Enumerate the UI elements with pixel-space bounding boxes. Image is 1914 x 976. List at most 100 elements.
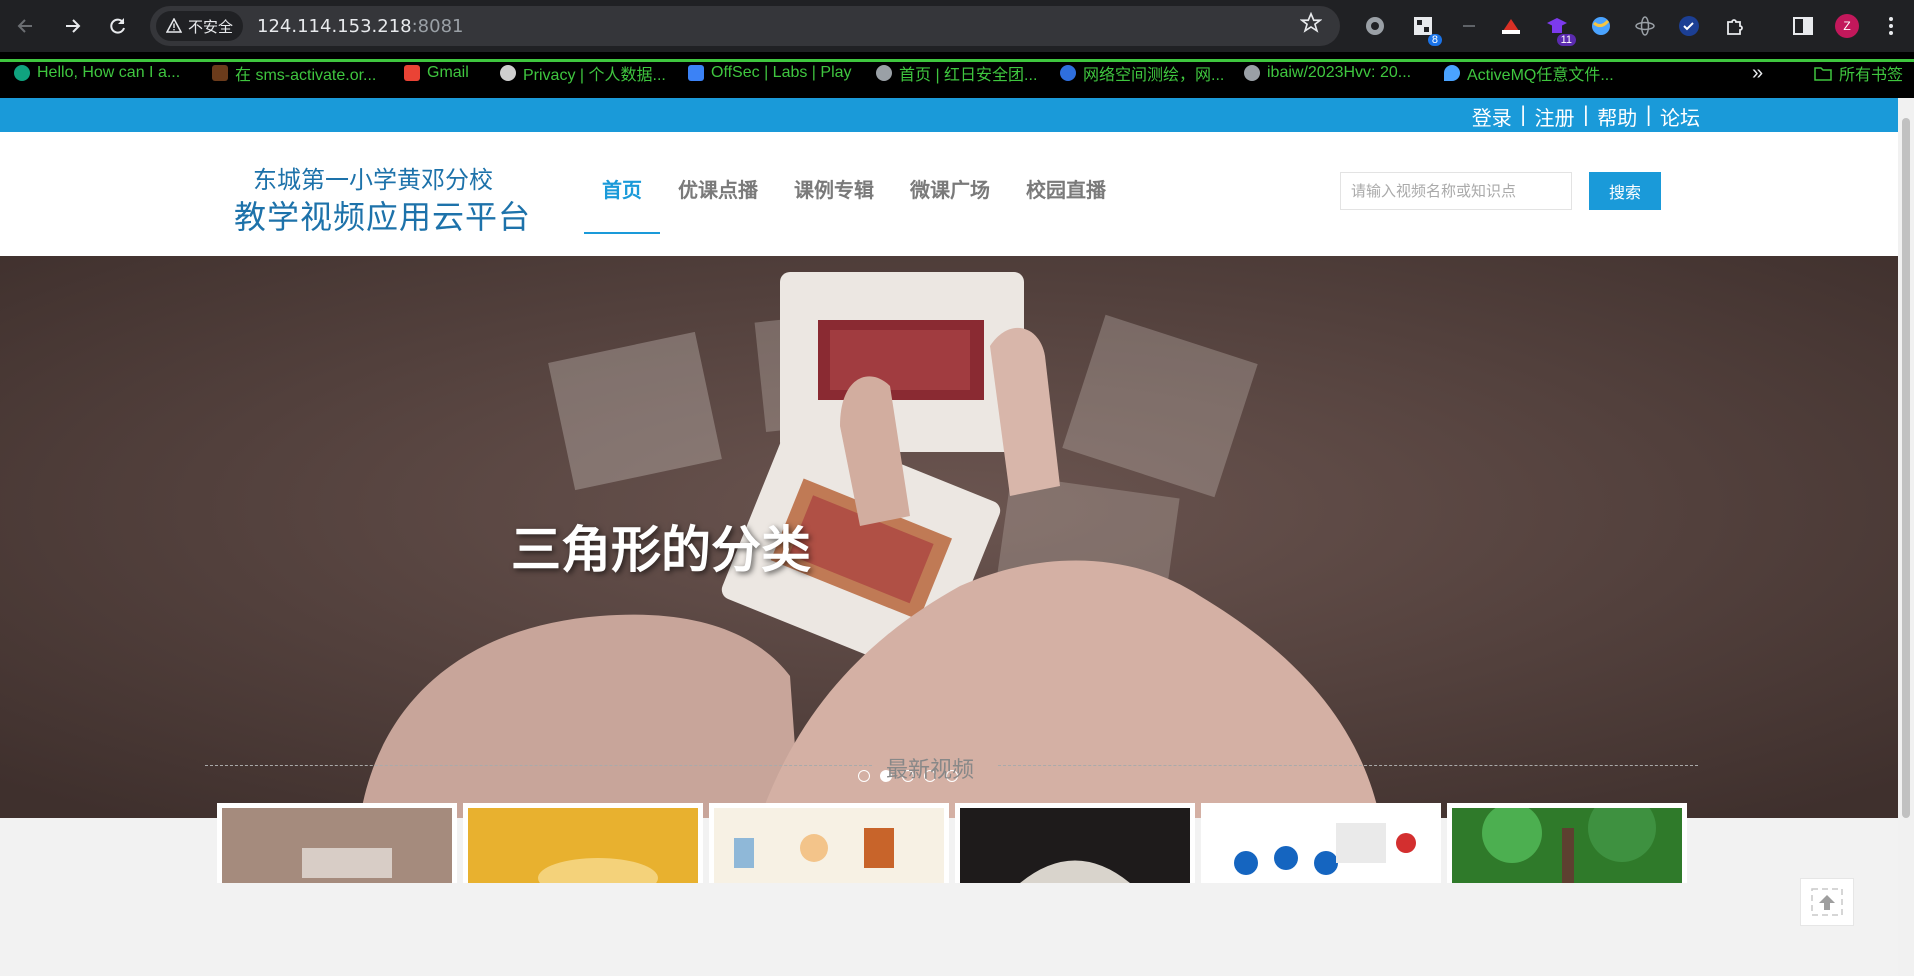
bookmark-item[interactable]: 网络空间测绘，网... — [1060, 60, 1224, 86]
banner-caption[interactable]: 三角形的分类 — [511, 510, 811, 582]
extension-atom[interactable] — [1632, 10, 1658, 42]
gmail-icon — [404, 65, 420, 81]
bookmark-item[interactable]: Hello, How can I a... — [14, 60, 180, 86]
address-bar[interactable]: 不安全 124.114.153.218:8081 — [150, 6, 1340, 46]
avatar-initial: Z — [1843, 19, 1851, 33]
search-button[interactable]: 搜索 — [1589, 172, 1661, 210]
security-chip[interactable]: 不安全 — [156, 11, 244, 41]
bookmark-label: Privacy | 个人数据... — [523, 67, 666, 84]
insecure-label: 不安全 — [188, 17, 234, 36]
atom-icon — [1635, 16, 1655, 36]
register-link[interactable]: 注册 — [1535, 102, 1575, 131]
browser-toolbar: 不安全 124.114.153.218:8081 8 11 Z — [0, 0, 1914, 52]
bookmark-label: 首页 | 红日安全团... — [899, 67, 1038, 84]
bookmark-item[interactable]: Gmail — [404, 60, 469, 86]
video-card[interactable] — [1447, 794, 1687, 883]
latest-videos-list — [217, 794, 1687, 898]
site-header: 东城第一小学黄邓分校 教学视频应用云平台 首页 优课点播 课例专辑 微课广场 校… — [0, 132, 1898, 256]
video-card[interactable] — [1201, 803, 1441, 883]
link-separator: | — [1645, 102, 1652, 126]
help-link[interactable]: 帮助 — [1597, 102, 1637, 131]
double-chevron-icon: » — [1752, 61, 1764, 84]
grad-badge: 11 — [1556, 34, 1576, 46]
sms-icon — [212, 65, 228, 81]
check-icon — [1679, 16, 1699, 36]
school-name: 东城第一小学黄邓分校 — [253, 166, 493, 194]
url-port: :8081 — [411, 15, 464, 37]
bookmark-item[interactable]: ActiveMQ任意文件... — [1444, 60, 1614, 86]
main-nav: 首页 优课点播 课例专辑 微课广场 校园直播 — [584, 164, 1124, 234]
bookmark-item[interactable]: OffSec | Labs | Play — [688, 60, 852, 86]
bookmark-label: Gmail — [427, 64, 469, 81]
cartoon-thumb — [714, 808, 944, 883]
record-icon — [1366, 17, 1384, 35]
globe-icon — [876, 65, 892, 81]
extension-globe[interactable] — [1588, 10, 1614, 42]
extension-qr[interactable]: 8 — [1410, 10, 1442, 46]
video-card[interactable] — [463, 803, 703, 898]
reload-button[interactable] — [96, 4, 140, 48]
extension-grad[interactable]: 11 — [1544, 10, 1576, 46]
profile-avatar[interactable]: Z — [1834, 10, 1860, 42]
forward-button[interactable] — [50, 4, 94, 48]
bookmarks-overflow-button[interactable]: » — [1752, 60, 1763, 86]
fofa-icon — [1060, 65, 1076, 81]
video-card[interactable] — [217, 803, 457, 883]
puzzle-icon — [1727, 19, 1743, 35]
section-divider-right — [998, 765, 1698, 766]
bookmark-item[interactable]: 在 sms-activate.or... — [212, 60, 376, 86]
section-divider-left — [205, 765, 872, 766]
phone-thumb — [222, 808, 452, 883]
privacy-icon — [500, 65, 516, 81]
globe-icon — [1592, 17, 1610, 35]
nav-quality-courses[interactable]: 优课点播 — [660, 164, 776, 232]
all-bookmarks-folder[interactable]: 所有书签 — [1814, 60, 1903, 86]
side-panel-icon — [1793, 17, 1813, 35]
extension-check[interactable] — [1676, 10, 1702, 42]
bookmark-item[interactable]: 首页 | 红日安全团... — [876, 60, 1037, 86]
link-separator: | — [1582, 102, 1590, 126]
login-link[interactable]: 登录 — [1472, 102, 1512, 131]
bookmark-label: 在 sms-activate.or... — [235, 67, 377, 84]
back-to-top-button[interactable] — [1800, 878, 1854, 926]
extension-dash[interactable] — [1456, 10, 1482, 42]
bookmark-label: ActiveMQ任意文件... — [1467, 67, 1614, 84]
browser-menu-button[interactable] — [1878, 10, 1904, 42]
scrollbar-thumb[interactable] — [1902, 118, 1910, 818]
avatar: Z — [1835, 14, 1859, 38]
latest-videos-title: 最新视频 — [886, 758, 975, 783]
bookmark-label: ibaiw/2023Hvv: 20... — [1267, 64, 1412, 81]
hero-banner[interactable]: 三角形的分类 — [0, 256, 1898, 818]
video-card[interactable] — [955, 803, 1195, 883]
forum-link[interactable]: 论坛 — [1660, 102, 1700, 131]
drop-icon — [1444, 65, 1460, 81]
page-scrollbar[interactable] — [1898, 98, 1914, 976]
back-button[interactable] — [4, 4, 48, 48]
extension-hat[interactable] — [1498, 10, 1524, 42]
nav-micro-courses[interactable]: 微课广场 — [892, 164, 1008, 232]
bookmark-item[interactable]: ibaiw/2023Hvv: 20... — [1244, 60, 1411, 86]
hat-icon — [1502, 19, 1520, 34]
side-panel-button[interactable] — [1790, 10, 1816, 42]
bookmark-item[interactable]: Privacy | 个人数据... — [500, 60, 666, 86]
url-text[interactable]: 124.114.153.218:8081 — [257, 16, 463, 37]
chatgpt-icon — [14, 65, 30, 81]
extensions-menu[interactable] — [1722, 10, 1748, 42]
nav-campus-live[interactable]: 校园直播 — [1008, 164, 1124, 232]
reload-icon — [110, 18, 125, 34]
bookmark-star-button[interactable] — [1299, 11, 1323, 40]
extension-record[interactable] — [1362, 10, 1388, 42]
video-card[interactable] — [709, 803, 949, 883]
search-input[interactable] — [1340, 172, 1572, 210]
link-separator: | — [1519, 102, 1527, 126]
url-host: 124.114.153.218 — [257, 15, 412, 37]
nav-home[interactable]: 首页 — [584, 164, 660, 234]
banner-photo — [0, 256, 1898, 818]
hand-thumb — [468, 808, 698, 898]
nav-course-albums[interactable]: 课例专辑 — [776, 164, 892, 232]
bookmark-label: Hello, How can I a... — [37, 64, 181, 81]
forest-thumb — [1452, 794, 1682, 883]
github-icon — [1244, 65, 1260, 81]
dash-icon — [1463, 25, 1475, 27]
carousel-dot[interactable] — [858, 770, 870, 782]
